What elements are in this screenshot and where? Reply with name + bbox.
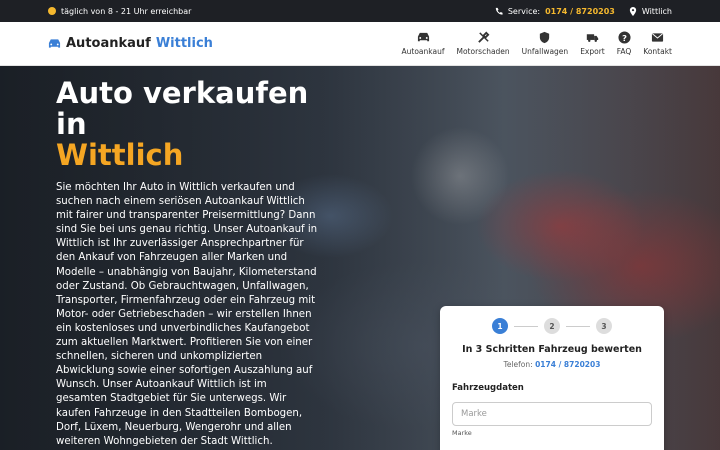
brand-city: Wittlich: [155, 36, 213, 51]
step-2: 2: [544, 318, 560, 334]
nav-item-label: Autoankauf: [401, 47, 445, 56]
step-indicator: 1 2 3: [452, 318, 652, 334]
nav-menu: Autoankauf Motorschaden Unfallwagen Expo…: [402, 31, 672, 56]
form-phone-label: Telefon:: [503, 360, 533, 369]
top-bar: täglich von 8 - 21 Uhr erreichbar Servic…: [0, 0, 720, 22]
valuation-form: 1 2 3 In 3 Schritten Fahrzeug bewerten T…: [440, 306, 664, 450]
nav-item-motorschaden[interactable]: Motorschaden: [456, 31, 510, 56]
nav-item-kontakt[interactable]: Kontakt: [643, 31, 672, 56]
hours-info: täglich von 8 - 21 Uhr erreichbar: [48, 7, 191, 16]
step-divider: [514, 325, 538, 327]
car-icon: [417, 32, 429, 42]
nav-item-label: Motorschaden: [456, 47, 510, 56]
brand-logo[interactable]: Autoankauf Wittlich: [48, 36, 213, 51]
location-text: Wittlich: [641, 6, 672, 16]
form-title: In 3 Schritten Fahrzeug bewerten: [462, 344, 642, 355]
nav-item-label: FAQ: [616, 47, 632, 56]
car-icon: [48, 39, 61, 48]
brand-input-hint: Marke: [452, 429, 472, 437]
svg-text:?: ?: [622, 33, 627, 43]
hero-section: Auto verkaufen in Wittlich Sie möchten I…: [0, 66, 720, 450]
step-divider: [566, 325, 590, 327]
envelope-icon: [652, 33, 664, 42]
section-heading: Fahrzeugdaten: [452, 383, 524, 393]
brand-name: Autoankauf: [66, 36, 151, 51]
step-1: 1: [492, 318, 508, 334]
form-phone: Telefon: 0174 / 8720203: [452, 360, 652, 369]
hero-title-line2: in: [56, 107, 87, 141]
brand-input[interactable]: [452, 402, 652, 426]
location-info: Wittlich: [629, 6, 672, 16]
hours-text: täglich von 8 - 21 Uhr erreichbar: [61, 6, 192, 16]
nav-item-unfallwagen[interactable]: Unfallwagen: [521, 31, 569, 56]
hero-text: Sie möchten Ihr Auto in Wittlich verkauf…: [56, 182, 318, 447]
phone-icon: [495, 7, 503, 15]
hero-title-city: Wittlich: [56, 138, 184, 172]
nav-item-label: Unfallwagen: [521, 47, 569, 56]
form-phone-number[interactable]: 0174 / 8720203: [535, 360, 600, 369]
nav-item-label: Export: [580, 47, 605, 56]
nav-item-faq[interactable]: ? FAQ: [616, 31, 632, 56]
hero-title: Auto verkaufen in Wittlich: [56, 78, 336, 171]
service-phone-number[interactable]: 0174 / 8720203: [545, 7, 615, 16]
truck-icon: [586, 34, 599, 42]
shield-icon: [540, 31, 550, 44]
step-3: 3: [596, 318, 612, 334]
clock-icon: [48, 7, 56, 15]
service-phone[interactable]: Service: 0174 / 8720203: [494, 7, 615, 16]
main-navigation: Autoankauf Wittlich Autoankauf Motorscha…: [0, 22, 720, 66]
nav-item-export[interactable]: Export: [580, 31, 605, 56]
nav-item-autoankauf[interactable]: Autoankauf: [401, 31, 445, 56]
service-label: Service:: [507, 6, 541, 16]
question-icon: ?: [617, 31, 631, 44]
hero-title-line1: Auto verkaufen: [56, 76, 309, 110]
nav-item-label: Kontakt: [643, 47, 672, 56]
tools-icon: [477, 31, 490, 43]
map-marker-icon: [629, 6, 636, 16]
